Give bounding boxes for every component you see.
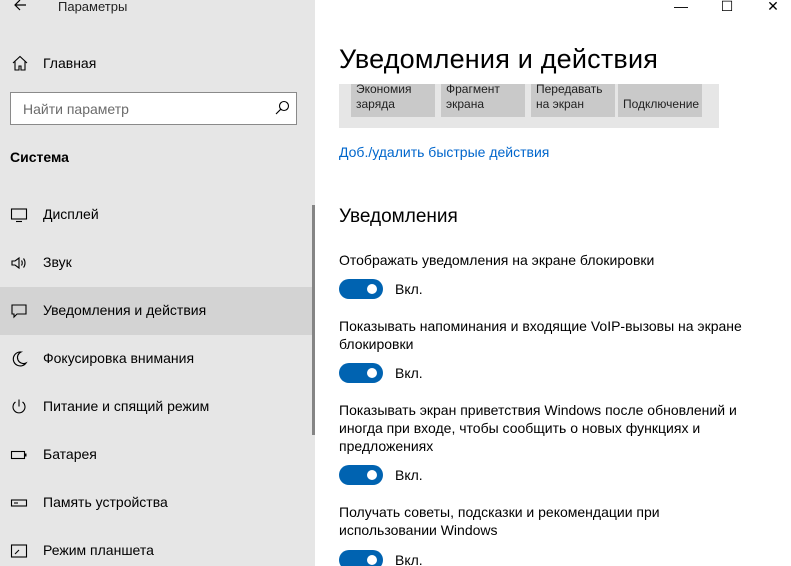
page-title: Уведомления и действия xyxy=(339,44,659,74)
title-bar: Параметры xyxy=(0,0,315,16)
quick-action-label: на экран xyxy=(536,97,584,111)
quick-action-battery-saver[interactable]: Экономия заряда xyxy=(351,84,435,117)
quick-action-label: экрана xyxy=(446,97,485,111)
setting-label: Показывать экран приветствия Windows пос… xyxy=(339,402,737,454)
quick-actions-panel: Экономия заряда Фрагмент экрана Передава… xyxy=(339,84,719,128)
quick-action-label xyxy=(623,84,702,97)
sidebar-item-label: Звук xyxy=(43,254,72,270)
toggle-state-label: Вкл. xyxy=(395,281,423,297)
sidebar-item-focus-assist[interactable]: Фокусировка внимания xyxy=(0,335,315,383)
main-content: — ☐ ✕ Уведомления и действия Экономия за… xyxy=(315,0,791,566)
display-icon xyxy=(10,206,28,224)
battery-icon xyxy=(10,446,28,464)
quick-action-connect[interactable]: Подключение xyxy=(618,84,702,117)
toggle-state-label: Вкл. xyxy=(395,552,423,566)
sidebar-item-label: Фокусировка внимания xyxy=(43,350,195,366)
toggle-state-label: Вкл. xyxy=(395,365,423,381)
quick-action-label: Передавать xyxy=(536,84,603,96)
quick-action-snip[interactable]: Фрагмент экрана xyxy=(441,84,525,117)
sidebar-item-power[interactable]: Питание и спящий режим xyxy=(0,383,315,431)
setting-label: Получать советы, подсказки и рекомендаци… xyxy=(339,504,660,538)
section-title: Система xyxy=(10,149,69,165)
sidebar-item-label: Питание и спящий режим xyxy=(43,398,210,414)
storage-icon xyxy=(10,494,28,512)
focus-assist-icon xyxy=(10,350,28,368)
sidebar-item-battery[interactable]: Батарея xyxy=(0,431,315,479)
setting-label: Показывать напоминания и входящие VoIP-в… xyxy=(339,318,742,352)
back-arrow-icon[interactable] xyxy=(12,0,32,15)
app-title: Параметры xyxy=(58,0,128,14)
minimize-icon[interactable]: — xyxy=(671,0,691,16)
sidebar-nav: Дисплей Звук Уведомления и действия Фоку… xyxy=(0,191,315,566)
search-input[interactable] xyxy=(11,93,273,124)
quick-action-label: заряда xyxy=(356,97,395,111)
sidebar-item-label: Режим планшета xyxy=(43,542,154,558)
lockscreen-notifications-toggle[interactable] xyxy=(339,279,383,299)
sidebar-item-tablet-mode[interactable]: Режим планшета xyxy=(0,527,315,566)
sidebar-item-storage[interactable]: Память устройства xyxy=(0,479,315,527)
notifications-icon xyxy=(10,302,28,320)
home-icon xyxy=(11,54,29,72)
home-nav-item[interactable]: Главная xyxy=(0,46,315,80)
welcome-experience-toggle[interactable] xyxy=(339,465,383,485)
sidebar-item-notifications[interactable]: Уведомления и действия xyxy=(0,287,315,335)
quick-action-project[interactable]: Передавать на экран xyxy=(531,84,615,117)
tablet-mode-icon xyxy=(10,542,28,560)
maximize-icon[interactable]: ☐ xyxy=(717,0,737,16)
power-icon xyxy=(10,398,28,416)
quick-action-label: Подключение xyxy=(623,97,700,111)
close-icon[interactable]: ✕ xyxy=(763,0,783,16)
home-label: Главная xyxy=(43,55,97,71)
sidebar-item-sound[interactable]: Звук xyxy=(0,239,315,287)
quick-action-label: Фрагмент xyxy=(446,84,500,96)
notifications-heading: Уведомления xyxy=(339,206,458,227)
sidebar-item-label: Память устройства xyxy=(43,494,168,510)
voip-reminders-toggle[interactable] xyxy=(339,363,383,383)
sidebar-item-label: Уведомления и действия xyxy=(43,302,207,318)
add-remove-quick-actions-link[interactable]: Доб./удалить быстрые действия xyxy=(339,144,549,160)
setting-label: Отображать уведомления на экране блокиро… xyxy=(339,252,655,268)
search-icon[interactable] xyxy=(274,100,290,116)
toggle-state-label: Вкл. xyxy=(395,467,423,483)
sidebar-item-display[interactable]: Дисплей xyxy=(0,191,315,239)
sound-icon xyxy=(10,254,28,272)
sidebar: Параметры Главная Система Дисплей Звук xyxy=(0,0,315,566)
quick-action-label: Экономия xyxy=(356,84,412,96)
tips-suggestions-toggle[interactable] xyxy=(339,550,383,566)
search-box[interactable] xyxy=(10,92,297,125)
sidebar-item-label: Батарея xyxy=(43,446,97,462)
sidebar-item-label: Дисплей xyxy=(43,206,99,222)
